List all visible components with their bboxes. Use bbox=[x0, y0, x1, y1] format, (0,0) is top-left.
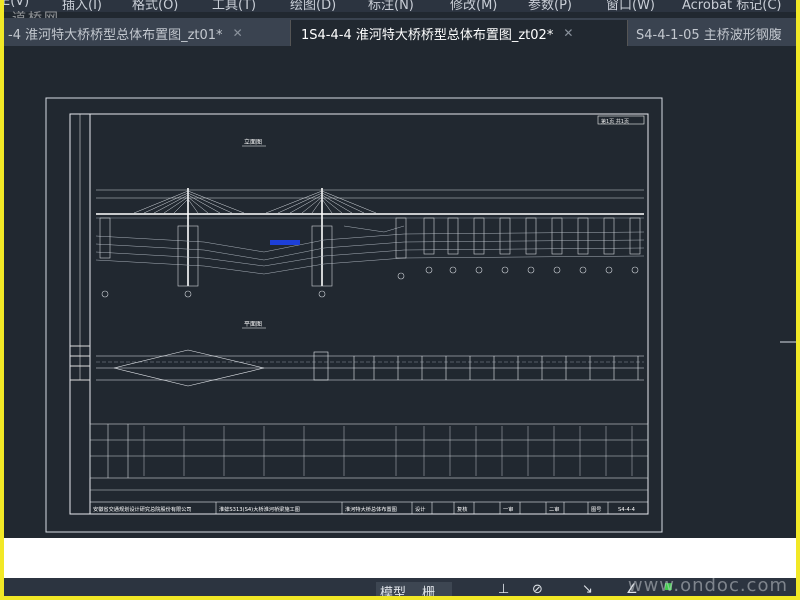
pier-markers bbox=[101, 266, 639, 298]
drawing-number: S4-4-4 bbox=[618, 507, 636, 513]
stay-cables-right bbox=[265, 190, 377, 214]
company-name: 安徽省交通规划设计研究总院股份有限公司 bbox=[93, 505, 192, 513]
menu-draw[interactable]: 绘图(D) bbox=[290, 0, 336, 12]
menu-format[interactable]: 格式(O) bbox=[132, 0, 178, 12]
document-tab-bar: -4 淮河特大桥桥型总体布置图_zt01* ✕ 1S4-4-4 淮河特大桥桥型总… bbox=[4, 18, 796, 46]
level1-label: 一审 bbox=[503, 505, 513, 513]
menu-acrobat[interactable]: Acrobat 标记(C) bbox=[682, 0, 782, 12]
paper-border bbox=[45, 97, 663, 533]
stay-cables-left bbox=[133, 190, 245, 214]
menu-parameters[interactable]: 参数(P) bbox=[528, 0, 572, 12]
drawing-no-label: 图号 bbox=[591, 506, 601, 513]
elevation-title: 立面图 bbox=[244, 138, 262, 146]
close-icon[interactable]: ✕ bbox=[563, 26, 573, 40]
plan-title: 平面图 bbox=[244, 321, 262, 328]
cad-window: E(V) 插入(I) 格式(O) 工具(T) 绘图(D) 标注(N) 修改(M)… bbox=[4, 0, 796, 596]
status-bar: 模型 栅 ⊥ ⊘ ↘ ∠ ■ www.ondoc.com bbox=[4, 578, 796, 596]
menu-tools[interactable]: 工具(T) bbox=[212, 0, 256, 12]
polar-icon[interactable]: ⊘ bbox=[532, 582, 552, 596]
inner-frame bbox=[69, 113, 649, 515]
tab-label: -4 淮河特大桥桥型总体布置图_zt01* bbox=[8, 27, 223, 43]
check-label: 复核 bbox=[457, 505, 467, 513]
tab-label: S4-4-1-05 主桥波形钢腹 bbox=[636, 27, 782, 43]
table-ticks bbox=[143, 426, 633, 476]
command-line-area[interactable] bbox=[4, 538, 796, 578]
menu-bar: E(V) 插入(I) 格式(O) 工具(T) 绘图(D) 标注(N) 修改(M)… bbox=[4, 0, 796, 12]
drawing-svg: 第1页 共1页 立面图 平面图 安徽省交通规划设计研究总院股份有限公司 淮蚌S3… bbox=[45, 97, 796, 533]
menu-dimension[interactable]: 标注(N) bbox=[368, 0, 414, 12]
level2-label: 二审 bbox=[549, 505, 559, 513]
snap-icon[interactable]: ⊥ bbox=[498, 582, 518, 596]
tab-zt02[interactable]: 1S4-4-4 淮河特大桥桥型总体布置图_zt02* ✕ bbox=[290, 20, 628, 46]
design-label: 设计 bbox=[415, 505, 425, 513]
osnap-icon[interactable]: ↘ bbox=[582, 582, 602, 596]
drawing-name: 淮河特大桥总体布置图 bbox=[345, 505, 397, 513]
grid-button[interactable]: 栅 bbox=[418, 582, 452, 596]
model-tab-button[interactable]: 模型 bbox=[376, 582, 420, 596]
tab-zt01[interactable]: -4 淮河特大桥桥型总体布置图_zt01* ✕ bbox=[4, 20, 292, 46]
project-name: 淮蚌S313(S4)大桥淮河桥梁施工图 bbox=[219, 505, 300, 513]
tab-main-bridge[interactable]: S4-4-1-05 主桥波形钢腹 bbox=[626, 20, 796, 46]
sheet-number: 第1页 共1页 bbox=[601, 118, 629, 125]
close-icon[interactable]: ✕ bbox=[233, 26, 243, 40]
river-water bbox=[270, 240, 300, 245]
menu-insert[interactable]: 插入(I) bbox=[62, 0, 102, 12]
plan-view bbox=[96, 349, 644, 387]
tab-label: 1S4-4-4 淮河特大桥桥型总体布置图_zt02* bbox=[301, 27, 554, 43]
piers bbox=[99, 217, 641, 287]
site-watermark-text: www.ondoc.com bbox=[627, 578, 788, 596]
drawing-canvas[interactable]: 第1页 共1页 立面图 平面图 安徽省交通规划设计研究总院股份有限公司 淮蚌S3… bbox=[4, 46, 796, 534]
profile-data-table bbox=[89, 423, 649, 479]
menu-window[interactable]: 窗口(W) bbox=[606, 0, 655, 12]
menu-modify[interactable]: 修改(M) bbox=[450, 0, 497, 12]
drawing-frame bbox=[89, 113, 649, 515]
